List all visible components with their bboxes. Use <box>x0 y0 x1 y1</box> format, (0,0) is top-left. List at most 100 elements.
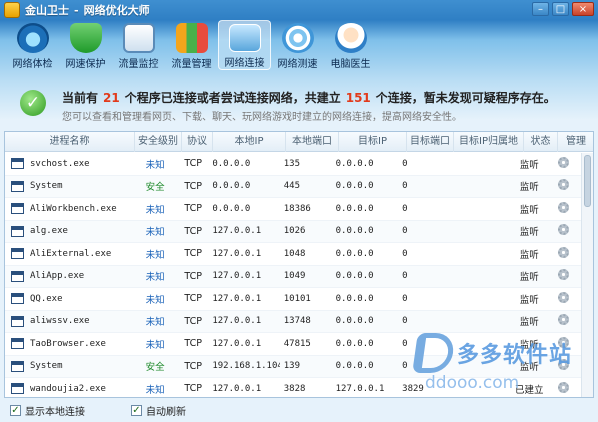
table-row[interactable]: alg.exe 未知 TCP 127.0.0.1 1026 0.0.0.0 0 监听 <box>5 220 582 243</box>
process-name: AliExternal.exe <box>30 248 112 259</box>
protocol-cell: TCP <box>184 383 202 395</box>
remote-port-cell: 0 <box>402 158 408 169</box>
tool-speed-protect[interactable]: 网速保护 <box>59 20 112 70</box>
program-window-icon <box>11 225 24 237</box>
table-row[interactable]: AliWorkbench.exe 未知 TCP 0.0.0.0 18386 0.0.0.0… <box>5 198 582 221</box>
process-cell: alg.exe <box>5 225 132 237</box>
column-header-process[interactable]: 进程名称 <box>5 132 135 152</box>
security-level-cell: 安全 <box>145 182 165 194</box>
gear-icon[interactable] <box>558 156 570 168</box>
remote-ip-cell: 0.0.0.0 <box>335 158 374 169</box>
manage-cell <box>546 291 582 306</box>
remote-port-cell: 0 <box>402 226 408 237</box>
tool-network-connection[interactable]: 网络连接 <box>218 20 271 70</box>
app-window: 金山卫士 - 网络优化大师 – □ × 网络体检 网速保护 流量监控 流量管理 … <box>0 0 598 422</box>
column-header-local-ip[interactable]: 本地IP <box>213 132 286 152</box>
column-header-state[interactable]: 状态 <box>524 132 558 152</box>
table-row[interactable]: AliExternal.exe 未知 TCP 127.0.0.1 1048 0.0.0.0… <box>5 243 582 266</box>
show-local-label: 显示本地连接 <box>25 407 85 418</box>
process-cell: AliApp.exe <box>5 270 132 282</box>
security-level-cell: 未知 <box>145 294 165 306</box>
process-cell: wandoujia2.exe <box>5 383 132 395</box>
column-header-security-level[interactable]: 安全级别 <box>135 132 182 152</box>
show-local-checkbox[interactable]: ✓ 显示本地连接 <box>10 403 85 418</box>
local-ip-cell: 127.0.0.1 <box>212 293 262 304</box>
column-header-remote-location[interactable]: 目标IP归属地 <box>454 132 524 152</box>
remote-ip-cell: 0.0.0.0 <box>335 271 374 282</box>
process-cell: AliExternal.exe <box>5 248 132 260</box>
program-window-icon <box>11 158 24 170</box>
scrollbar-thumb[interactable] <box>584 155 591 207</box>
local-port-cell: 10101 <box>283 293 311 304</box>
tool-network-check[interactable]: 网络体检 <box>6 20 59 70</box>
title-bar[interactable]: 金山卫士 - 网络优化大师 – □ × <box>0 0 598 20</box>
column-header-manage: 管理 <box>558 132 593 152</box>
local-ip-cell: 192.168.1.104 <box>212 361 280 372</box>
gear-icon[interactable] <box>558 314 570 326</box>
gear-icon[interactable] <box>558 179 570 191</box>
program-window-icon <box>11 315 24 327</box>
security-level-cell: 未知 <box>145 339 165 351</box>
protocol-cell: TCP <box>184 248 202 260</box>
local-port-cell: 1048 <box>283 248 306 259</box>
site-watermark: 多多软件站 ddooo.com <box>412 333 593 397</box>
close-button[interactable]: × <box>572 2 594 16</box>
gear-icon[interactable] <box>558 291 570 303</box>
tool-speed-test[interactable]: 网络测速 <box>271 20 324 70</box>
remote-ip-cell: 0.0.0.0 <box>335 338 374 349</box>
status-prefix: 当前有 <box>62 91 99 105</box>
check-icon: ✓ <box>20 90 46 116</box>
local-ip-cell: 0.0.0.0 <box>212 203 251 214</box>
remote-ip-cell: 0.0.0.0 <box>335 316 374 327</box>
app-name: 金山卫士 <box>25 4 69 17</box>
minimize-button[interactable]: – <box>532 2 549 16</box>
table-row[interactable]: AliApp.exe 未知 TCP 127.0.0.1 1049 0.0.0.0 0 监听 <box>5 265 582 288</box>
security-level-cell: 未知 <box>145 204 165 216</box>
local-ip-cell: 127.0.0.1 <box>212 226 262 237</box>
process-cell: System <box>5 360 132 372</box>
manage-cell <box>546 246 582 261</box>
tool-traffic-manage[interactable]: 流量管理 <box>165 20 218 70</box>
gear-icon[interactable] <box>558 246 570 258</box>
process-name: alg.exe <box>30 226 68 237</box>
table-row[interactable]: QQ.exe 未知 TCP 127.0.0.1 10101 0.0.0.0 0 监听 <box>5 288 582 311</box>
process-name: wandoujia2.exe <box>30 383 106 394</box>
remote-ip-cell: 127.0.0.1 <box>335 383 385 394</box>
table-row[interactable]: System 安全 TCP 0.0.0.0 445 0.0.0.0 0 监听 <box>5 175 582 198</box>
gear-icon[interactable] <box>558 201 570 213</box>
program-window-icon <box>11 180 24 192</box>
footer-bar: ✓ 显示本地连接 ✓ 自动刷新 <box>0 399 598 422</box>
table-row[interactable]: aliwssv.exe 未知 TCP 127.0.0.1 13748 0.0.0.0 0 监听 <box>5 310 582 333</box>
column-header-protocol[interactable]: 协议 <box>182 132 213 152</box>
protocol-cell: TCP <box>184 360 202 372</box>
tool-pc-doctor[interactable]: 电脑医生 <box>324 20 377 70</box>
checkbox-checked-icon[interactable]: ✓ <box>10 405 21 416</box>
pc-doctor-icon <box>334 23 367 53</box>
local-ip-cell: 0.0.0.0 <box>212 158 251 169</box>
program-window-icon <box>11 203 24 215</box>
local-port-cell: 1049 <box>283 271 306 282</box>
checkbox-checked-icon[interactable]: ✓ <box>131 405 142 416</box>
column-header-remote-port[interactable]: 目标端口 <box>407 132 454 152</box>
process-name: QQ.exe <box>30 293 63 304</box>
auto-refresh-checkbox[interactable]: ✓ 自动刷新 <box>131 403 186 418</box>
tool-label: 电脑医生 <box>330 59 371 70</box>
security-level-cell: 未知 <box>145 249 165 261</box>
gear-icon[interactable] <box>558 269 570 281</box>
process-cell: svchost.exe <box>5 158 132 170</box>
tool-traffic-monitor[interactable]: 流量监控 <box>112 20 165 70</box>
column-header-local-port[interactable]: 本地端口 <box>286 132 339 152</box>
maximize-button[interactable]: □ <box>552 2 569 16</box>
protocol-cell: TCP <box>184 270 202 282</box>
security-level-cell: 未知 <box>145 227 165 239</box>
security-level-cell: 未知 <box>145 159 165 171</box>
process-cell: System <box>5 180 132 192</box>
remote-port-cell: 0 <box>402 293 408 304</box>
manage-cell <box>546 269 582 283</box>
table-row[interactable]: svchost.exe 未知 TCP 0.0.0.0 135 0.0.0.0 0 监听 <box>5 153 582 176</box>
speed-test-icon <box>281 23 314 53</box>
gear-icon[interactable] <box>558 224 570 236</box>
program-window-icon <box>11 293 24 305</box>
column-header-remote-ip[interactable]: 目标IP <box>339 132 407 152</box>
manage-cell <box>546 224 582 238</box>
